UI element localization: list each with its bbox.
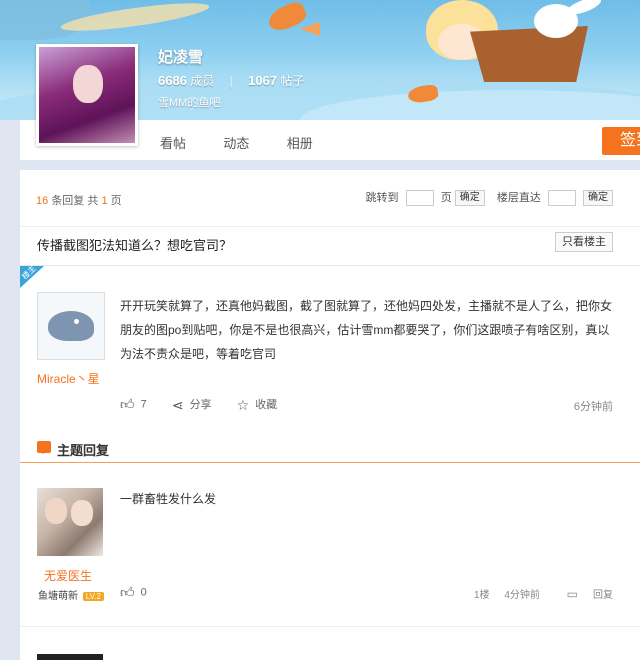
forum-tabs: 看帖 动态 相册 (160, 133, 347, 152)
floor-confirm-button[interactable]: 确定 (583, 190, 613, 207)
next-reply-avatar[interactable] (37, 654, 103, 660)
avatar-person (71, 500, 93, 526)
reply-floor: 1楼 (473, 590, 490, 601)
reply-username[interactable]: 无爱医生 (44, 567, 92, 584)
reply-actions: 👍︎ 0 (120, 584, 147, 601)
share-button[interactable]: ⋖ 分享 (172, 396, 212, 414)
stats-divider: | (229, 74, 233, 88)
like-count: 7 (140, 398, 147, 411)
forum-avatar[interactable] (36, 44, 138, 146)
op-avatar[interactable] (37, 292, 105, 360)
tab-view-posts[interactable]: 看帖 (160, 133, 186, 152)
tab-album[interactable]: 相册 (287, 133, 313, 152)
star-icon: ☆ (236, 396, 250, 413)
reply-time: 4分钟前 (504, 590, 540, 601)
thread-title: 传播截图犯法知道么？想吃官司？ (37, 238, 233, 253)
like-button[interactable]: 👍︎ 7 (120, 396, 147, 413)
shark-avatar-image (48, 311, 94, 341)
thumbs-up-icon: 👍︎ (120, 584, 135, 600)
share-icon: ⋖ (171, 396, 184, 413)
divider (20, 626, 640, 627)
forum-stats: 6686 成员 | 1067 帖子 (158, 72, 304, 89)
jump-label: 跳转到 (365, 192, 399, 204)
forum-name[interactable]: 妃凌雪 (158, 46, 203, 67)
posts-count: 1067 (248, 73, 278, 88)
page-count-text: 页 (110, 195, 122, 207)
tab-activity[interactable]: 动态 (223, 133, 249, 152)
shark-eye (74, 319, 79, 324)
op-post-time: 6分钟前 (573, 401, 613, 413)
reply-icon: ▭ (566, 587, 578, 601)
page-jump: 跳转到 页 确定 楼层直达 确定 (365, 189, 613, 207)
fan-badge-name: 鱼塘萌新 (38, 591, 78, 602)
forum-avatar-image (39, 47, 135, 143)
reply-count: 16 条回复 共 1 页 (36, 192, 122, 208)
avatar-person (45, 498, 67, 524)
op-badge: 楼主 (20, 266, 44, 288)
op-actions: 👍︎ 7 ⋖ 分享 ☆ 收藏 (120, 396, 299, 414)
level-badge: LV.2 (82, 592, 104, 601)
sign-in-button[interactable]: 签到 (602, 127, 640, 155)
pager-row: 16 条回复 共 1 页 跳转到 页 确定 楼层直达 确定 (20, 170, 640, 227)
reply-user-badge: 鱼塘萌新 LV.2 (38, 587, 104, 602)
avatar-face (73, 65, 103, 103)
reply-like-count: 0 (140, 586, 147, 599)
collect-button[interactable]: ☆ 收藏 (237, 396, 278, 414)
members-count: 6686 (158, 73, 187, 88)
fish-tail-decoration (300, 22, 320, 36)
forum-slogan: 雪MM的鱼吧 (158, 97, 221, 109)
thread-panel: 16 条回复 共 1 页 跳转到 页 确定 楼层直达 确定 传播截图犯法知道么？… (20, 170, 640, 660)
collect-label: 收藏 (255, 399, 278, 411)
posts-label: 帖子 (280, 74, 305, 88)
share-label: 分享 (189, 399, 212, 411)
page-unit-label: 页 (440, 192, 452, 204)
chat-bubble-icon (37, 441, 51, 454)
reply-count-text: 条回复 共 (51, 195, 99, 207)
op-username[interactable]: Miracle丶星 (37, 370, 100, 387)
thumbs-up-icon: 👍︎ (120, 396, 135, 413)
only-op-button[interactable]: 只看楼主 (555, 232, 613, 252)
reply-avatar[interactable] (37, 488, 103, 556)
members-label: 成员 (190, 74, 215, 88)
jump-page-input[interactable] (405, 190, 434, 207)
reply-meta: 1楼 4分钟前 ▭ 回复 (462, 586, 613, 601)
floor-jump-input[interactable] (547, 190, 576, 207)
reply-count-number: 16 (36, 195, 49, 207)
page-count-number: 1 (101, 195, 108, 207)
jump-confirm-button[interactable]: 确定 (454, 190, 485, 207)
reply-content: 一群畜牲发什么发 (120, 492, 217, 506)
floor-jump-label: 楼层直达 (496, 192, 541, 204)
thread-title-row: 传播截图犯法知道么？想吃官司？ 只看楼主 (20, 227, 640, 266)
boat-decoration (470, 26, 588, 82)
replies-section-title: 主题回复 (57, 443, 110, 458)
reply-button[interactable]: ▭ 回复 (555, 587, 613, 601)
reply-button-label: 回复 (593, 590, 613, 601)
replies-section-header: 主题回复 (20, 430, 640, 463)
reply-like-button[interactable]: 👍︎ 0 (120, 584, 147, 601)
op-post-content: 开开玩笑就算了，还真他妈截图，截了图就算了，还他妈四处发，主播就不是人了么，把你… (120, 299, 613, 361)
